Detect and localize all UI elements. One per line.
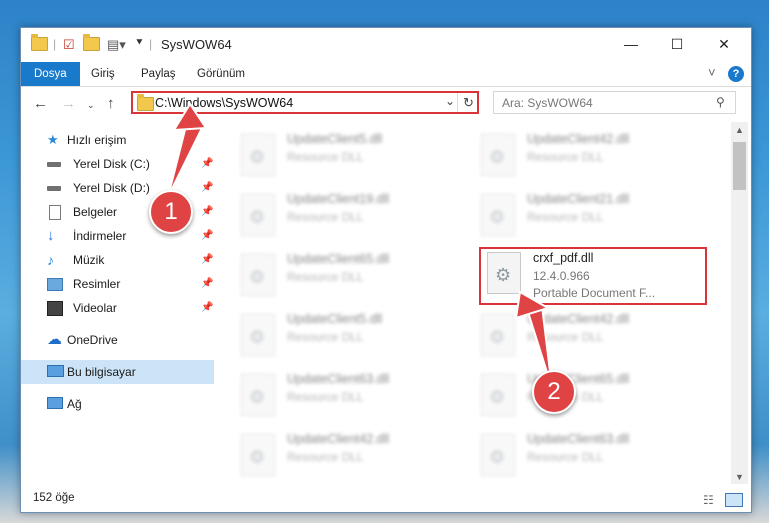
callout-2: 2 [532,370,576,414]
annotation-arrows [167,102,553,389]
arrow-1 [167,102,208,198]
callout-1: 1 [149,190,193,234]
